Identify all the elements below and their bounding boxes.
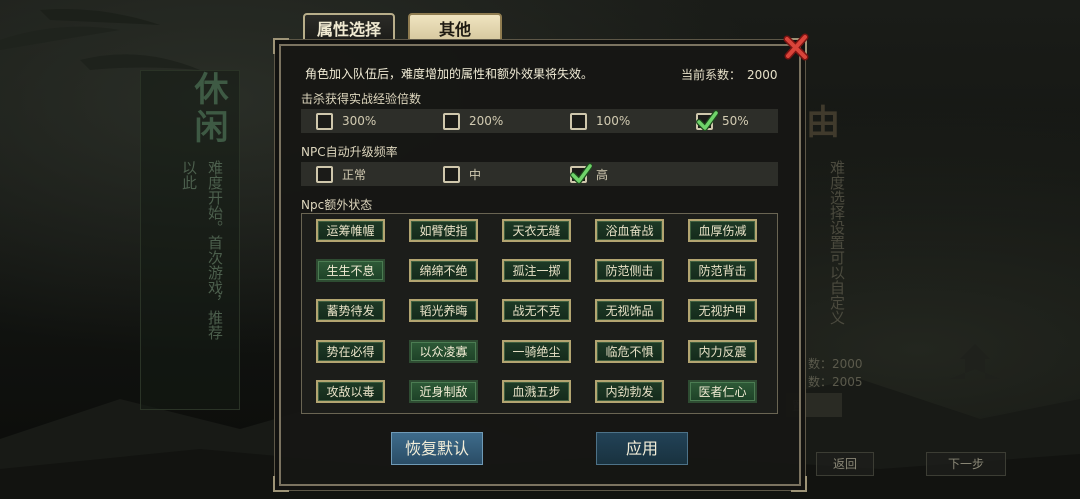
- current-coefficient: 当前系数： 2000: [681, 66, 778, 83]
- tab-attribute-selection[interactable]: 属性选择: [303, 13, 395, 45]
- npc-status-label: Npc额外状态: [301, 198, 373, 212]
- reset-default-button[interactable]: 恢复默认: [391, 432, 483, 465]
- back-button[interactable]: 返回: [816, 452, 874, 476]
- notice-text: 角色加入队伍后，难度增加的属性和额外效果将失效。: [305, 67, 594, 81]
- tab-other[interactable]: 其他: [408, 13, 502, 45]
- coefficient-label: 当前系数：: [681, 68, 742, 82]
- next-step-button[interactable]: 下一步: [926, 452, 1006, 476]
- frame-corner: [791, 476, 807, 492]
- npc-status-chip[interactable]: 内力反震: [688, 340, 757, 363]
- npc-upgrade-option[interactable]: 中: [443, 163, 481, 185]
- npc-status-chip[interactable]: 如臂使指: [409, 219, 478, 242]
- npc-upgrade-option[interactable]: 正常: [316, 163, 366, 185]
- frame-corner: [273, 38, 289, 54]
- background-stat-1: 数：2000: [808, 357, 863, 371]
- option-label: 正常: [342, 167, 367, 182]
- npc-status-chip[interactable]: 无视护甲: [688, 299, 757, 322]
- background-card-description: 难度开始。首次游戏，推荐以此: [180, 160, 224, 340]
- npc-status-chip[interactable]: 运筹帷幄: [316, 219, 385, 242]
- option-label: 300%: [342, 114, 377, 128]
- checkbox[interactable]: [570, 112, 587, 130]
- npc-status-chip[interactable]: 战无不克: [502, 299, 571, 322]
- npc-upgrade-row: [301, 162, 778, 186]
- background-right-title: 由: [806, 103, 840, 143]
- exp-multiplier-option[interactable]: 100%: [570, 110, 630, 132]
- checkmark-icon: [696, 109, 718, 131]
- checkbox[interactable]: [443, 165, 460, 183]
- npc-status-chip[interactable]: 医者仁心: [688, 380, 757, 403]
- background-stat-2: 数：2005: [808, 375, 863, 389]
- exp-multiplier-option[interactable]: 50%: [696, 109, 749, 132]
- checkbox[interactable]: [570, 162, 592, 184]
- npc-status-chip[interactable]: 势在必得: [316, 340, 385, 363]
- checkbox[interactable]: [696, 109, 718, 131]
- exp-multiplier-option[interactable]: 200%: [443, 110, 503, 132]
- npc-status-chip[interactable]: 浴血奋战: [595, 219, 664, 242]
- npc-upgrade-option[interactable]: 高: [570, 162, 609, 185]
- checkbox[interactable]: [443, 112, 460, 130]
- npc-status-chip[interactable]: 血厚伤减: [688, 219, 757, 242]
- option-label: 100%: [596, 114, 631, 128]
- npc-status-chip[interactable]: 天衣无缝: [502, 219, 571, 242]
- npc-status-chip[interactable]: 以众凌寡: [409, 340, 478, 363]
- background-card-title: 休闲: [188, 71, 228, 147]
- option-label: 200%: [469, 114, 504, 128]
- npc-upgrade-label: NPC自动升级频率: [301, 145, 398, 159]
- npc-status-chip[interactable]: 生生不息: [316, 259, 385, 282]
- checkmark-icon: [570, 162, 592, 184]
- exp-multiplier-label: 击杀获得实战经验倍数: [301, 92, 422, 106]
- npc-status-chip[interactable]: 一骑绝尘: [502, 340, 571, 363]
- exp-multiplier-option[interactable]: 300%: [316, 110, 376, 132]
- option-label: 50%: [722, 114, 749, 128]
- npc-status-chip[interactable]: 无视饰品: [595, 299, 664, 322]
- npc-status-chip[interactable]: 绵绵不绝: [409, 259, 478, 282]
- npc-status-chip[interactable]: 蓄势待发: [316, 299, 385, 322]
- apply-button[interactable]: 应用: [596, 432, 688, 465]
- npc-status-chip[interactable]: 防范侧击: [595, 259, 664, 282]
- option-label: 高: [596, 167, 609, 182]
- npc-status-chip[interactable]: 防范背击: [688, 259, 757, 282]
- npc-status-chip[interactable]: 血溅五步: [502, 380, 571, 403]
- npc-status-chip[interactable]: 孤注一掷: [502, 259, 571, 282]
- background-right-description: 难度选择设置可以自定义: [828, 160, 846, 325]
- npc-status-chip[interactable]: 内劲勃发: [595, 380, 664, 403]
- checkbox[interactable]: [316, 112, 333, 130]
- npc-status-chip[interactable]: 攻敌以毒: [316, 380, 385, 403]
- npc-status-chip[interactable]: 近身制敌: [409, 380, 478, 403]
- npc-status-chip[interactable]: 临危不惧: [595, 340, 664, 363]
- frame-corner: [273, 476, 289, 492]
- close-icon[interactable]: [782, 32, 812, 62]
- coefficient-value: 2000: [747, 68, 778, 82]
- option-label: 中: [469, 167, 482, 182]
- npc-status-chip[interactable]: 韬光养晦: [409, 299, 478, 322]
- checkbox[interactable]: [316, 165, 333, 183]
